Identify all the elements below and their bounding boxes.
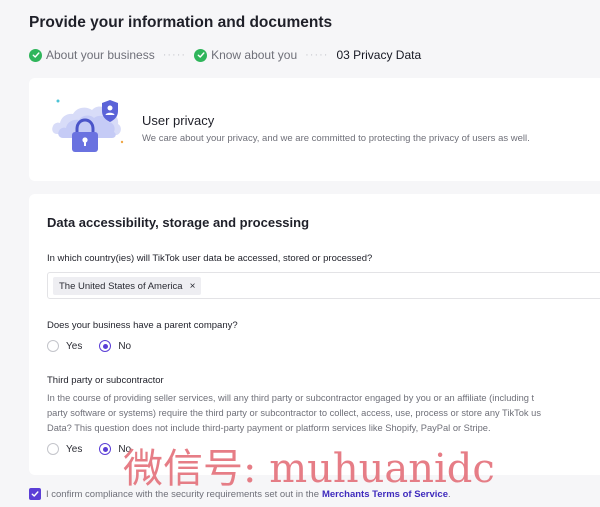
radio-label: No xyxy=(118,443,132,455)
check-circle-icon xyxy=(194,48,208,62)
user-privacy-card: User privacy We care about your privacy,… xyxy=(29,78,600,181)
radio-circle-icon xyxy=(47,340,59,352)
parent-company-radio-group: Yes No xyxy=(47,340,148,352)
third-party-title: Third party or subcontractor xyxy=(47,375,164,386)
third-party-description: In the course of providing seller servic… xyxy=(47,391,600,436)
radio-circle-icon xyxy=(99,340,112,352)
radio-label: Yes xyxy=(66,443,83,455)
privacy-description: We care about your privacy, and we are c… xyxy=(142,133,530,144)
privacy-title: User privacy xyxy=(142,113,215,128)
step-separator: ····· xyxy=(162,49,187,61)
radio-label: Yes xyxy=(66,340,83,352)
third-party-yes-radio[interactable]: Yes xyxy=(47,443,82,455)
step-privacy-data[interactable]: 03 Privacy Data xyxy=(336,48,421,62)
description-line: In the course of providing seller servic… xyxy=(47,393,535,403)
radio-circle-icon xyxy=(99,443,112,455)
confirm-compliance-row: I confirm compliance with the security r… xyxy=(29,488,451,500)
step-label: About your business xyxy=(46,48,155,62)
cloud-lock-illustration-icon xyxy=(52,99,124,152)
third-party-no-radio[interactable]: No xyxy=(99,443,131,455)
parent-company-question-label: Does your business have a parent company… xyxy=(47,320,238,331)
step-about-business[interactable]: About your business xyxy=(29,48,155,62)
description-line: party software or systems) require the t… xyxy=(47,408,541,418)
description-line: Data? This question does not include thi… xyxy=(47,423,491,433)
check-circle-icon xyxy=(29,48,42,62)
country-question-label: In which country(ies) will TikTok user d… xyxy=(47,253,373,264)
country-tag: The United States of America × xyxy=(53,277,202,295)
third-party-radio-group: Yes No xyxy=(47,443,148,455)
country-tag-label: The United States of America xyxy=(59,280,183,292)
step-know-about-you[interactable]: Know about you xyxy=(194,48,297,62)
close-icon[interactable]: × xyxy=(190,281,196,292)
radio-circle-icon xyxy=(47,443,59,455)
confirm-suffix: . xyxy=(448,488,451,500)
data-processing-card: Data accessibility, storage and processi… xyxy=(29,194,600,475)
page-title: Provide your information and documents xyxy=(29,14,333,31)
confirm-text: I confirm compliance with the security r… xyxy=(46,488,319,500)
parent-no-radio[interactable]: No xyxy=(99,340,131,352)
progress-steps: About your business ····· Know about you… xyxy=(29,48,421,62)
terms-of-service-link[interactable]: Merchants Terms of Service xyxy=(322,489,448,500)
parent-yes-radio[interactable]: Yes xyxy=(47,340,82,352)
section-title: Data accessibility, storage and processi… xyxy=(47,215,310,230)
radio-label: No xyxy=(118,340,132,352)
country-select[interactable]: The United States of America × xyxy=(47,272,600,299)
step-label: 03 Privacy Data xyxy=(336,48,422,62)
step-separator: ····· xyxy=(305,49,329,61)
step-label: Know about you xyxy=(211,48,298,62)
confirm-checkbox[interactable] xyxy=(29,488,41,500)
